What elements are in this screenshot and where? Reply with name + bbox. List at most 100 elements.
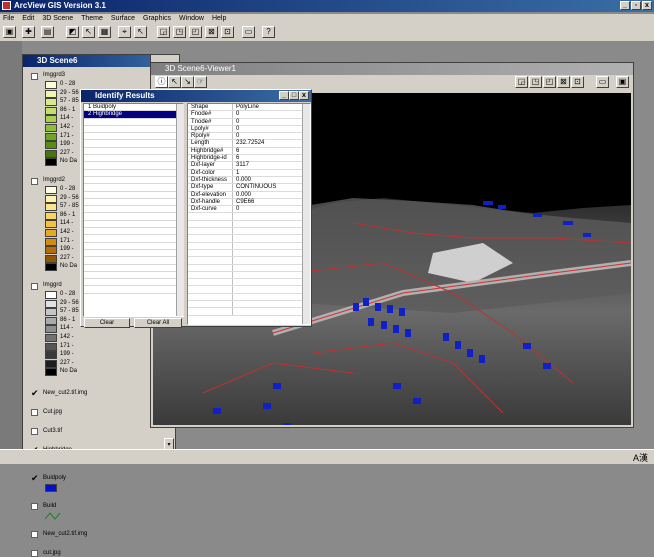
feature-list-empty-row xyxy=(84,148,183,156)
ime-indicator[interactable]: A漢 xyxy=(633,451,648,464)
attribute-name: Fnode# xyxy=(188,111,233,118)
feature-list-empty-row xyxy=(84,250,183,258)
identify-minimize-icon[interactable]: _ xyxy=(279,91,289,100)
viewer-save-icon[interactable]: ▣ xyxy=(616,76,629,88)
menu-item[interactable]: 3D Scene xyxy=(42,14,73,24)
attribute-value: 6 xyxy=(236,155,240,162)
pan-icon[interactable]: ☞ xyxy=(194,76,207,88)
legend-class-label: 142 - xyxy=(60,229,74,235)
attribute-name: Dxf-elevation xyxy=(188,191,233,198)
theme-checkbox[interactable] xyxy=(31,283,38,290)
fly-icon[interactable]: ↘ xyxy=(181,76,194,88)
feature-list-empty-row xyxy=(84,272,183,280)
help-icon[interactable]: ? xyxy=(262,26,275,38)
legend-class-label: 142 - xyxy=(60,334,74,340)
legend-class-label: 29 - 56 xyxy=(60,89,79,96)
navigate-icon[interactable]: ↖ xyxy=(168,76,181,88)
clear-all-button[interactable]: Clear All xyxy=(134,318,182,328)
add-theme-icon[interactable]: ✚ xyxy=(22,26,35,38)
layer-checkbox[interactable] xyxy=(31,531,38,538)
viewer-zoom-full-icon[interactable]: ◲ xyxy=(515,76,528,88)
feature-list-item[interactable]: 2 Highbridge xyxy=(84,111,183,119)
feature-list-item[interactable]: 1 Buidpoly xyxy=(84,104,183,112)
zoom-selected-icon[interactable]: ◰ xyxy=(189,26,202,38)
legend-swatch xyxy=(45,368,57,377)
legend-swatch xyxy=(45,334,57,342)
table-icon[interactable]: ▦ xyxy=(98,26,111,38)
menu-item[interactable]: File xyxy=(3,14,14,24)
menu-item[interactable]: Graphics xyxy=(143,14,171,24)
menu-item[interactable]: Help xyxy=(212,14,226,24)
clear-button[interactable]: Clear xyxy=(84,318,130,328)
attribute-value: 232.72524 xyxy=(236,140,265,147)
main-toolbar: ▣ ✚ ▤ ◩ ↖ ▦ ⌖ ↖ ◲ ◳ ◰ ⊠ ⊡ ▭ ? xyxy=(0,24,654,41)
viewer-zoom-out-icon[interactable]: ⊡ xyxy=(571,76,584,88)
minimize-icon[interactable]: _ xyxy=(620,1,630,10)
zoom-active-icon[interactable]: ◳ xyxy=(173,26,186,38)
layer-checkbox[interactable] xyxy=(31,550,38,557)
save-icon[interactable]: ▣ xyxy=(3,26,16,38)
feature-list-empty-row xyxy=(84,235,183,243)
attribute-row: Highbridge# 6 xyxy=(188,147,310,156)
select-icon[interactable]: ↖ xyxy=(134,26,147,38)
restore-icon[interactable]: ▫ xyxy=(631,1,641,10)
menu-item[interactable]: Theme xyxy=(81,14,103,24)
identify-close-icon[interactable]: x xyxy=(299,91,309,100)
properties-icon[interactable]: ▤ xyxy=(41,26,54,38)
attribute-grid-scrollbar[interactable] xyxy=(302,104,310,324)
legend-swatch xyxy=(45,237,57,246)
identify-maximize-icon[interactable]: □ xyxy=(289,91,299,100)
menu-item[interactable]: Window xyxy=(179,14,204,24)
layer-name: Build xyxy=(43,503,57,509)
legend-class-label: 114 - xyxy=(60,325,74,332)
viewer-zoom-selected-icon[interactable]: ◰ xyxy=(543,76,556,88)
feature-list-empty-row xyxy=(84,177,183,185)
legend-swatch xyxy=(45,203,57,212)
legend-swatch xyxy=(45,229,57,237)
layer-checkbox[interactable] xyxy=(31,409,38,416)
feature-list[interactable]: 1 Buidpoly 2 Highbridge xyxy=(83,103,184,317)
attribute-empty-row xyxy=(188,249,310,258)
identify-icon[interactable]: ⓘ xyxy=(155,76,168,88)
attribute-row: Shape PolyLine xyxy=(188,104,310,112)
menu-item[interactable]: Surface xyxy=(111,14,135,24)
layer-checkbox[interactable] xyxy=(31,503,38,510)
viewer-display-icon[interactable]: ▭ xyxy=(596,76,609,88)
theme-props-icon[interactable]: ◩ xyxy=(66,26,79,38)
close-icon[interactable]: x xyxy=(642,1,652,10)
attribute-row: Dxf-thickness 0.000 xyxy=(188,176,310,185)
zoom-out-icon[interactable]: ⊡ xyxy=(221,26,234,38)
legend-class-label: 86 - 1 xyxy=(60,106,76,113)
theme-checkbox[interactable] xyxy=(31,178,38,185)
legend-class-label: 142 - xyxy=(60,124,74,130)
layer-checkbox[interactable]: ✔ xyxy=(31,389,39,398)
attribute-value: 0 xyxy=(236,125,240,132)
edit-legend-icon[interactable]: ↖ xyxy=(82,26,95,38)
viewer-zoom-active-icon[interactable]: ◳ xyxy=(529,76,542,88)
menu-item[interactable]: Edit xyxy=(22,14,34,24)
legend-class-label: No Da xyxy=(60,263,78,270)
line-symbol-icon xyxy=(44,512,61,522)
attribute-name: Length xyxy=(188,140,233,147)
layer-name: New_cut2.tif.img xyxy=(43,531,88,537)
zoom-in-icon[interactable]: ⊠ xyxy=(205,26,218,38)
viewer-icon[interactable]: ▭ xyxy=(242,26,255,38)
attribute-grid[interactable]: Shape PolyLine Fnode# 0 Tnode# 0 Lpoly# 0 Rpoly#… xyxy=(187,103,311,325)
feature-list-scrollbar[interactable] xyxy=(176,104,184,316)
layer-checkbox[interactable] xyxy=(31,428,38,435)
attribute-name: Shape xyxy=(188,104,233,111)
legend-class-label: 114 - xyxy=(60,115,74,122)
legend-class-label: 227 - xyxy=(60,254,74,261)
find-icon[interactable]: ⌖ xyxy=(118,26,131,38)
viewer-zoom-in-icon[interactable]: ⊠ xyxy=(557,76,570,88)
legend-class-label: 0 - 28 xyxy=(60,81,76,87)
theme-name: Imggrd2 xyxy=(43,177,66,183)
layer-name: Buidpoly xyxy=(43,475,67,481)
scene-title: 3D Scene6 xyxy=(37,56,78,65)
legend-class-label: No Da xyxy=(60,368,78,375)
theme-checkbox[interactable] xyxy=(31,73,38,80)
layer-name: cut.jpg xyxy=(43,550,61,556)
zoom-full-icon[interactable]: ◲ xyxy=(157,26,170,38)
layer-checkbox[interactable]: ✔ xyxy=(31,474,39,483)
app-icon xyxy=(2,1,11,10)
